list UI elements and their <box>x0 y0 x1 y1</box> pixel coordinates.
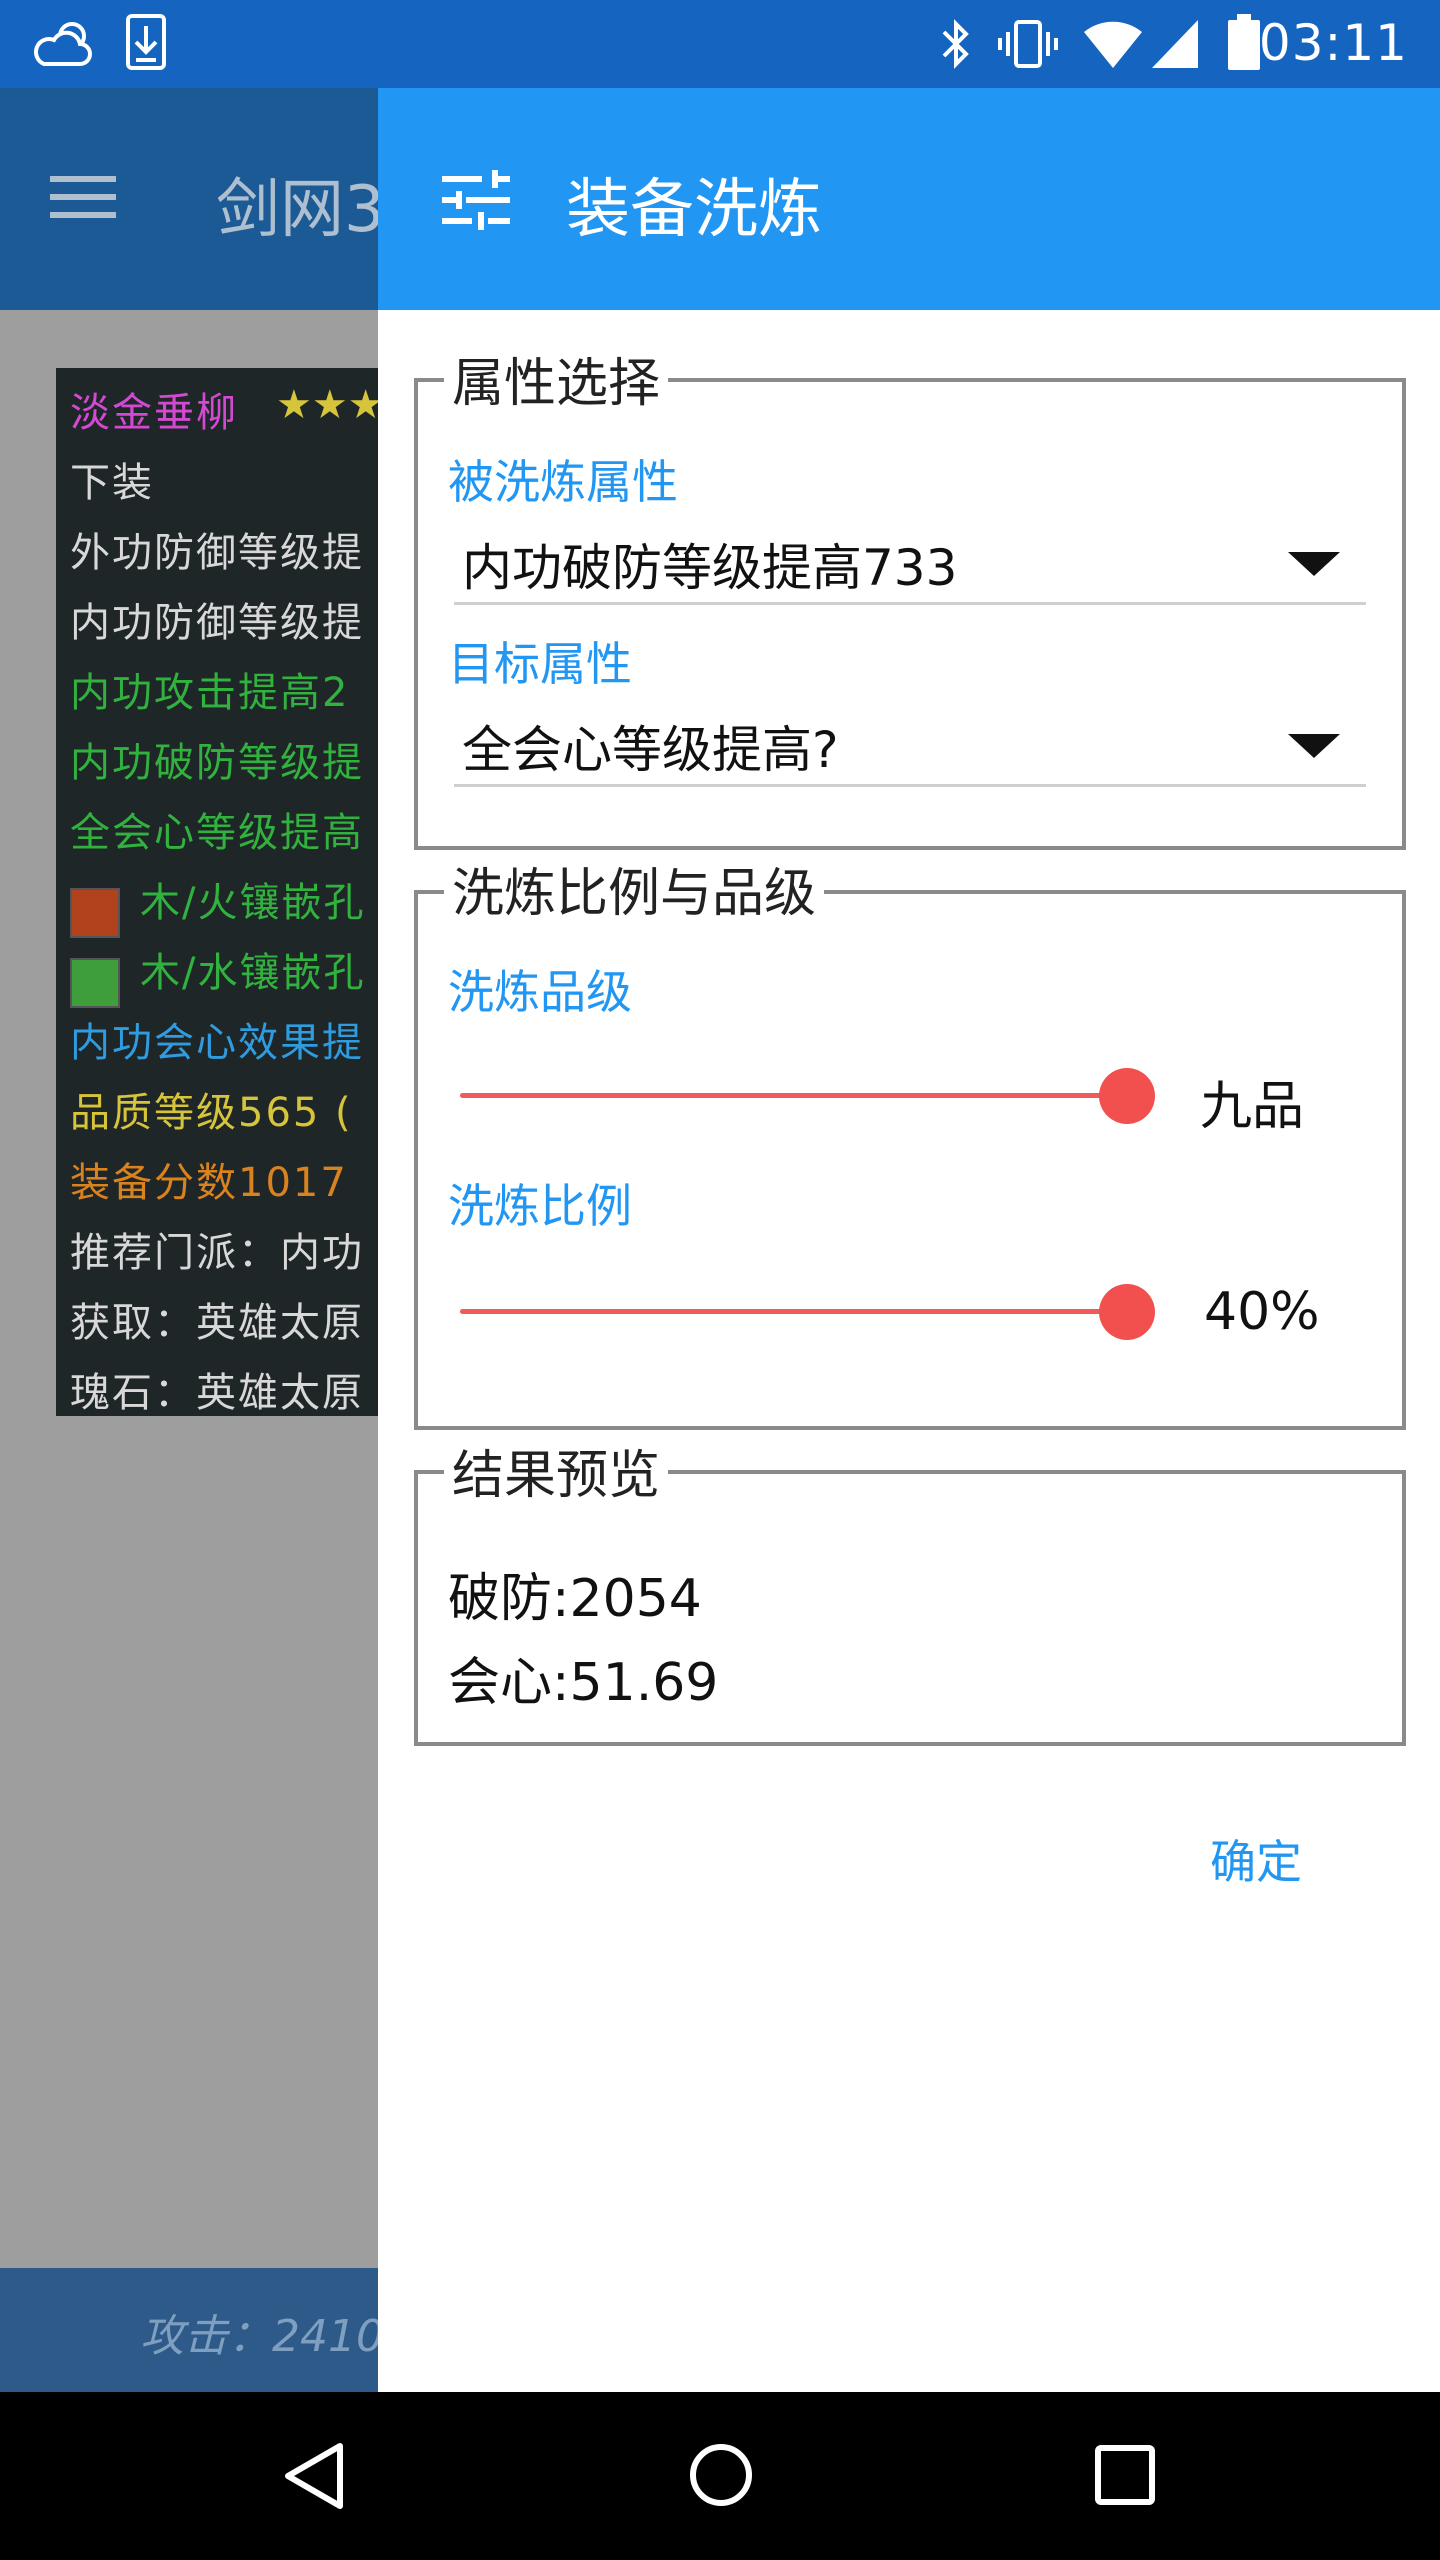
background-info-line: 内功攻击提高2 <box>70 670 350 716</box>
result-penetration: 破防:2054 <box>448 1569 702 1629</box>
background-info-line: 外功防御等级提 <box>70 530 364 576</box>
background-info-line: 品质等级565 ( <box>70 1090 353 1136</box>
background-footer-text: 攻击：2410 <box>140 2311 384 2362</box>
bluetooth-icon <box>942 19 969 69</box>
background-info-line: 下装 <box>70 460 154 506</box>
source-attribute-dropdown[interactable]: 内功破防等级提高733 <box>454 520 1366 605</box>
grade-label: 洗炼品级 <box>448 965 632 1019</box>
background-info-line: 装备分数1017 <box>70 1160 348 1206</box>
target-attribute-dropdown[interactable]: 全会心等级提高? <box>454 702 1366 787</box>
recent-apps-icon[interactable] <box>1094 2444 1156 2506</box>
background-info-line: 获取：英雄太原 <box>70 1300 364 1346</box>
background-info-line: 淡金垂柳 <box>70 390 238 436</box>
ratio-label: 洗炼比例 <box>448 1179 632 1233</box>
source-attribute-value: 内功破防等级提高733 <box>462 539 958 597</box>
background-info-line: 内功防御等级提 <box>70 600 364 646</box>
ratio-grade-legend: 洗炼比例与品级 <box>444 868 825 920</box>
background-info-line: 木/水镶嵌孔 <box>140 950 366 996</box>
water-gem-icon <box>70 958 120 1008</box>
weather-cloud-icon <box>34 22 92 66</box>
background-info-line: 全会心等级提高 <box>70 810 364 856</box>
back-icon[interactable] <box>282 2442 346 2510</box>
home-icon[interactable] <box>688 2442 754 2508</box>
drawer-title: 装备洗炼 <box>566 173 822 247</box>
background-info-line: 内功会心效果提 <box>70 1020 364 1066</box>
dropdown-arrow-icon <box>1288 734 1340 758</box>
grade-slider-thumb[interactable] <box>1099 1068 1155 1124</box>
navigation-bar <box>0 2392 1440 2560</box>
ratio-slider-thumb[interactable] <box>1099 1284 1155 1340</box>
clock: 03:11 <box>1258 14 1408 72</box>
result-preview-legend: 结果预览 <box>444 1450 669 1502</box>
confirm-button[interactable]: 确定 <box>1210 1826 1302 1892</box>
fire-gem-icon <box>70 888 120 938</box>
equipment-info-panel: ★★★ 淡金垂柳下装外功防御等级提 内功防御等级提 内功攻击提高2 内功破防等级提 全会… <box>56 368 416 1416</box>
background-info-line: 瑰石：英雄太原 <box>70 1370 364 1416</box>
background-info-line: 推荐门派：内功 <box>70 1230 364 1276</box>
target-attribute-label: 目标属性 <box>448 637 632 691</box>
status-bar: 03:11 <box>0 0 1440 88</box>
attribute-select-legend: 属性选择 <box>444 358 669 410</box>
star-rating: ★★★ <box>276 382 384 428</box>
wifi-icon <box>1084 21 1142 69</box>
battery-icon <box>1228 14 1260 70</box>
dropdown-arrow-icon <box>1288 552 1340 576</box>
drawer-header <box>378 88 1440 310</box>
ratio-slider[interactable] <box>460 1276 1160 1348</box>
menu-icon <box>50 176 116 218</box>
grade-slider[interactable] <box>460 1060 1160 1132</box>
result-critical: 会心:51.69 <box>448 1653 719 1713</box>
dropdown-underline <box>454 602 1366 605</box>
background-app-title: 剑网3 <box>216 173 385 247</box>
background-info-line: 木/火镶嵌孔 <box>140 880 366 926</box>
grade-slider-track <box>460 1093 1127 1098</box>
tune-icon <box>442 170 510 230</box>
background-info-line: 内功破防等级提 <box>70 740 364 786</box>
ratio-slider-track <box>460 1309 1127 1314</box>
vibrate-icon <box>998 20 1058 68</box>
ratio-value: 40% <box>1204 1282 1320 1342</box>
signal-icon <box>1152 20 1198 68</box>
dropdown-underline <box>454 784 1366 787</box>
source-attribute-label: 被洗炼属性 <box>448 455 678 509</box>
target-attribute-value: 全会心等级提高? <box>462 721 839 779</box>
grade-value: 九品 <box>1200 1077 1305 1137</box>
download-icon <box>126 14 166 70</box>
